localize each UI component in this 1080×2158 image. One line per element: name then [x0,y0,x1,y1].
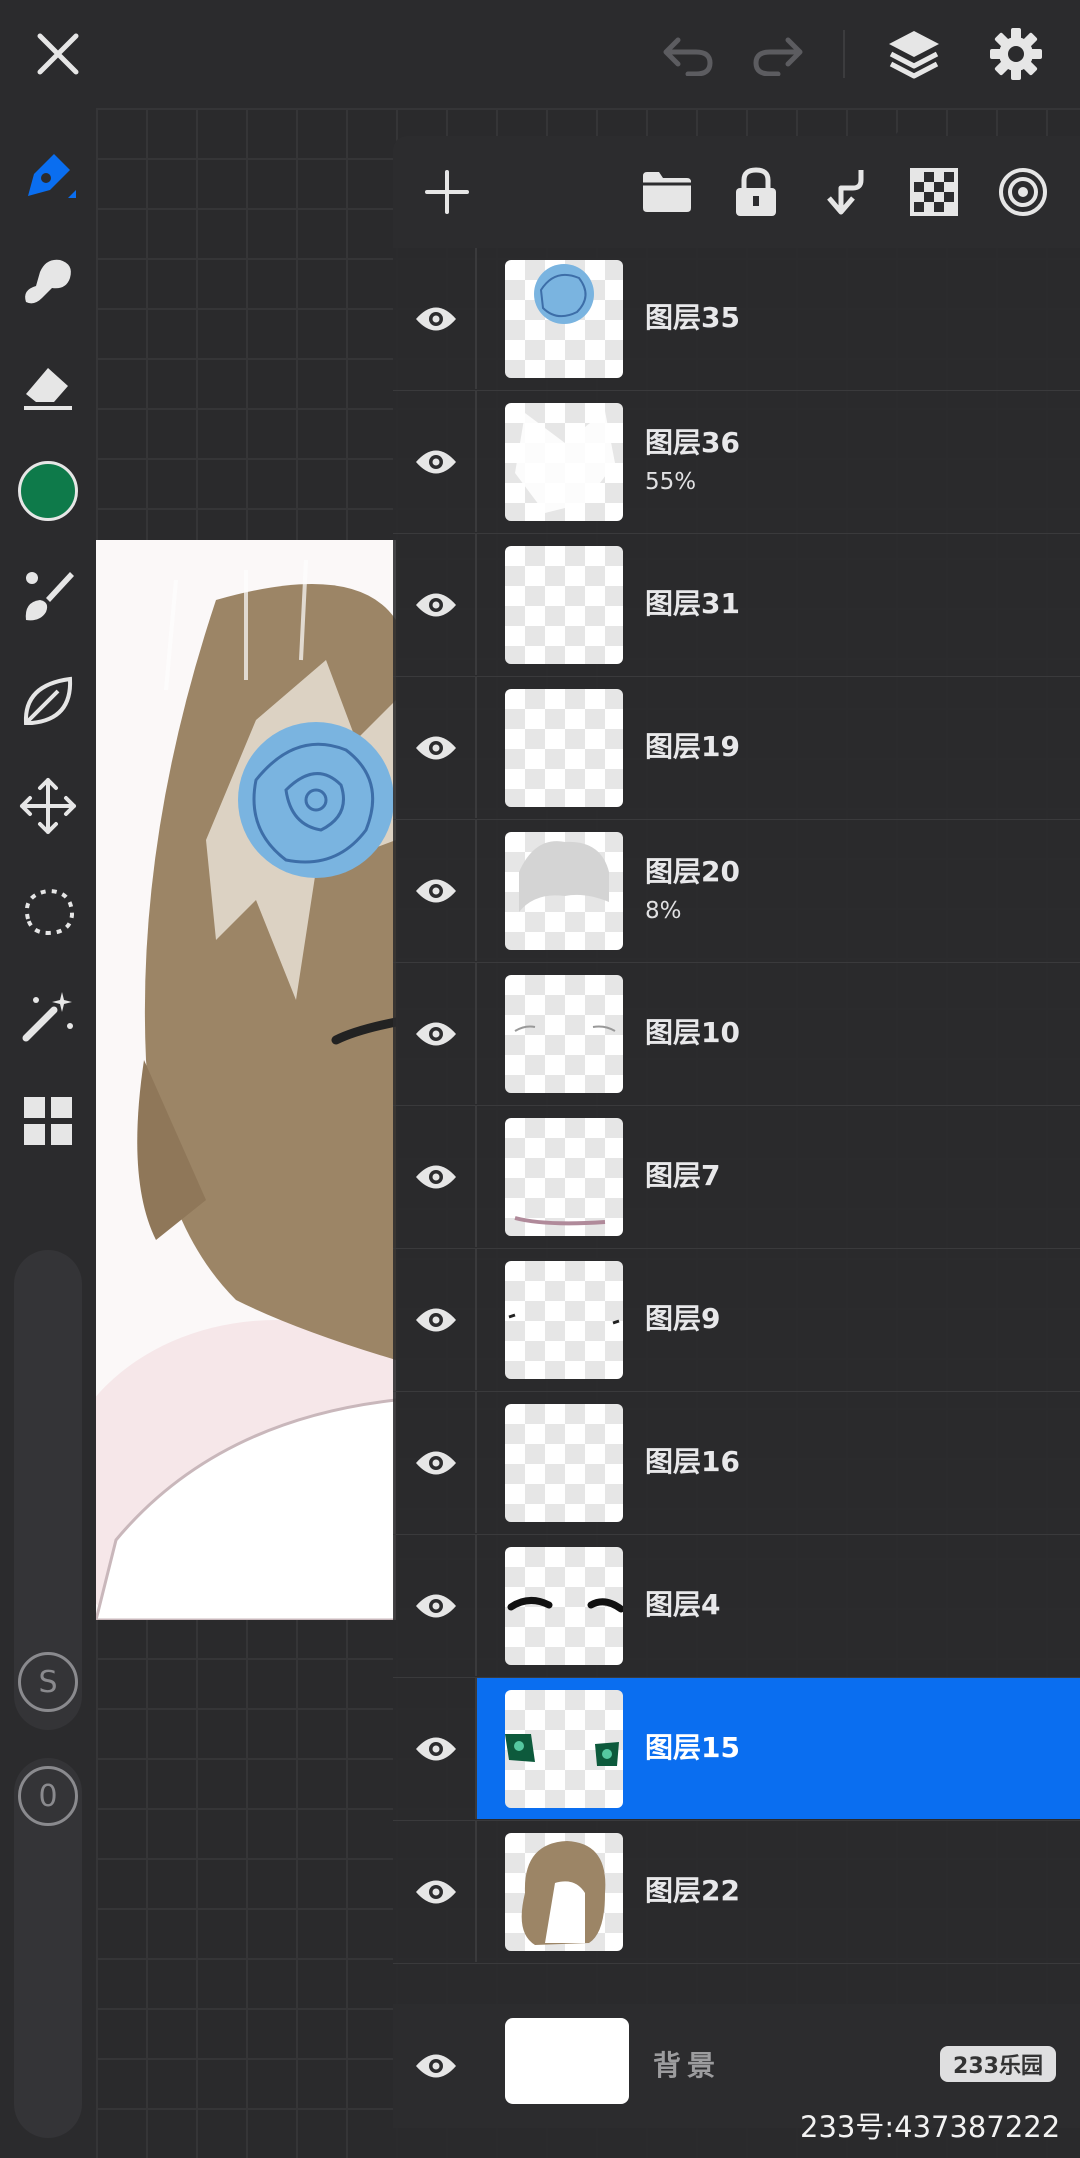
eye-icon[interactable] [407,2037,465,2095]
row-divider [475,1106,477,1247]
brush-icon[interactable] [10,558,86,634]
layer-row[interactable]: 图层16 [393,1392,1080,1535]
eye-icon[interactable] [407,1291,465,1349]
layer-name: 图层36 [645,426,740,459]
row-divider [475,677,477,818]
eye-icon[interactable] [407,1148,465,1206]
row-divider [475,1821,477,1962]
eye-icon[interactable] [407,862,465,920]
layer-thumbnail [505,1547,623,1665]
watermark-logo: 233乐园 [940,2046,1056,2082]
layer-row[interactable]: 图层15 [393,1678,1080,1821]
smudge-icon[interactable] [10,242,86,318]
eye-icon[interactable] [407,1577,465,1635]
panel-pointer [894,118,930,136]
magic-wand-icon[interactable] [10,978,86,1054]
eraser-icon[interactable] [10,348,86,424]
toolbar-divider [843,30,845,78]
layer-thumbnail [505,1833,623,1951]
row-divider [475,820,477,961]
layer-thumbnail [505,403,623,521]
checkerboard-icon[interactable] [898,156,970,228]
leaf-icon[interactable] [10,663,86,739]
close-icon[interactable] [22,18,94,90]
top-bar [0,0,1080,108]
layer-thumbnail [505,546,623,664]
eye-icon[interactable] [407,290,465,348]
layer-thumbnail [505,1404,623,1522]
layer-row[interactable]: 图层7 [393,1106,1080,1249]
layer-name: 图层16 [645,1445,740,1478]
eye-icon[interactable] [407,1863,465,1921]
layer-thumbnail [505,832,623,950]
target-icon[interactable] [987,156,1059,228]
layer-thumbnail [505,689,623,807]
layer-row[interactable]: 图层9 [393,1249,1080,1392]
eye-icon[interactable] [407,1434,465,1492]
layer-name: 图层19 [645,730,740,763]
opacity-slider-knob[interactable]: 0 [18,1766,78,1826]
layer-opacity: 8% [645,898,682,924]
layers-panel: 图层35 图层36 55% 图层31 图层19 图层20 8% 图层10 图层7 图层9 图层16 图… [393,136,1080,2158]
layer-opacity: 55% [645,469,697,495]
transform-icon[interactable] [10,768,86,844]
layer-thumbnail [505,1261,623,1379]
row-divider [475,391,477,532]
layer-thumbnail [505,1118,623,1236]
size-slider-knob[interactable]: S [18,1652,78,1712]
layer-row[interactable]: 图层36 55% [393,391,1080,534]
row-divider [475,248,477,389]
opacity-slider[interactable]: 0 [14,1758,82,2138]
pen-icon[interactable] [10,138,86,214]
layers-icon[interactable] [878,18,950,90]
layer-name: 图层31 [645,587,740,620]
layer-name: 图层20 [645,855,740,888]
background-layer-name: 背景 [653,2049,722,2082]
undo-icon[interactable] [652,18,724,90]
row-divider [475,1249,477,1390]
eye-icon[interactable] [407,719,465,777]
eye-icon[interactable] [407,1005,465,1063]
layer-name: 图层15 [645,1731,740,1764]
layer-row[interactable]: 图层31 [393,534,1080,677]
layer-thumbnail [505,1690,623,1808]
layer-row[interactable]: 图层35 [393,248,1080,391]
row-divider [475,1678,477,1819]
layer-name: 图层22 [645,1874,740,1907]
layer-name: 图层35 [645,301,740,334]
layers-panel-toolbar [393,136,1080,248]
add-icon[interactable] [411,156,483,228]
layer-name: 图层9 [645,1302,721,1335]
eye-icon[interactable] [407,433,465,491]
layer-row[interactable]: 图层22 [393,1821,1080,1964]
layer-thumbnail [505,260,623,378]
merge-down-icon[interactable] [809,156,881,228]
color-swatch[interactable] [10,453,86,529]
lasso-icon[interactable] [10,873,86,949]
row-divider [475,1535,477,1676]
settings-icon[interactable] [980,18,1052,90]
eye-icon[interactable] [407,576,465,634]
redo-icon[interactable] [742,18,814,90]
layer-row[interactable]: 图层10 [393,963,1080,1106]
watermark-id: 233号:437387222 [800,2110,1061,2144]
artwork-canvas[interactable] [96,540,396,1620]
folder-icon[interactable] [631,156,703,228]
lock-icon[interactable] [720,156,792,228]
brush-size-slider[interactable]: S [14,1250,82,1730]
row-divider [475,963,477,1104]
row-divider [475,1392,477,1533]
layer-name: 图层7 [645,1159,721,1192]
layer-name: 图层10 [645,1016,740,1049]
layer-row[interactable]: 图层19 [393,677,1080,820]
row-divider [475,534,477,675]
tool-sidebar: S 0 [0,108,96,2158]
layer-row[interactable]: 图层4 [393,1535,1080,1678]
grid-icon[interactable] [10,1083,86,1159]
background-thumbnail [505,2018,629,2104]
layer-name: 图层4 [645,1588,721,1621]
layer-row[interactable]: 图层20 8% [393,820,1080,963]
eye-icon[interactable] [407,1720,465,1778]
layer-thumbnail [505,975,623,1093]
